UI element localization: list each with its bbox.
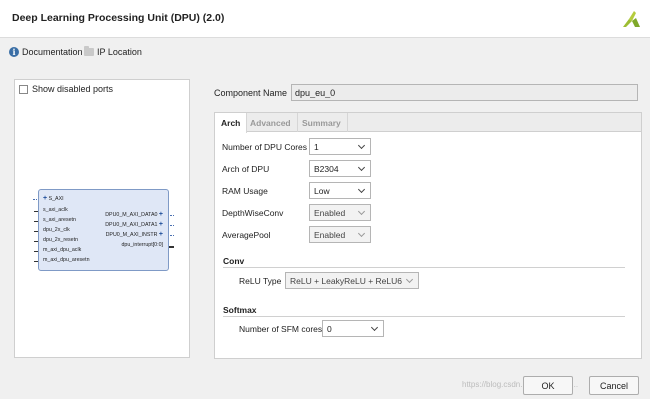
- pin-stub: [34, 251, 38, 252]
- softmax-section-title: Softmax: [223, 305, 257, 315]
- pin-s-axi: + S_AXI: [43, 195, 64, 202]
- expand-icon[interactable]: +: [159, 211, 163, 218]
- pin-stub: [34, 221, 38, 222]
- pin-dpu0-m-axi-instr: DPU0_M_AXI_INSTR +: [106, 231, 163, 238]
- tab-arch[interactable]: Arch: [215, 113, 248, 133]
- pin-label: DPU0_M_AXI_DATA0: [105, 212, 158, 218]
- documentation-link[interactable]: i Documentation: [9, 47, 83, 57]
- ip-location-label: IP Location: [97, 47, 142, 57]
- component-name-label: Component Name: [214, 87, 288, 98]
- pin-label: dpu_interrupt[0:0]: [121, 242, 163, 248]
- interrupt-connector: [169, 246, 174, 248]
- pin-m-axi-dpu-aresetn: m_axi_dpu_aresetn: [43, 257, 90, 263]
- pin-label: dpu_2x_resetn: [43, 237, 79, 243]
- ok-button[interactable]: OK: [523, 376, 573, 395]
- tab-strip: Arch Advanced Summary: [215, 113, 641, 133]
- section-divider: [223, 316, 625, 317]
- chevron-down-icon: [357, 163, 366, 171]
- chevron-down-icon: [405, 275, 414, 283]
- component-name-input[interactable]: [291, 84, 639, 101]
- folder-icon: [84, 46, 94, 56]
- chevron-down-icon: [357, 141, 366, 149]
- expand-icon[interactable]: +: [43, 195, 47, 202]
- arch-of-dpu-select[interactable]: B2304: [309, 160, 371, 177]
- tabs-area: Arch Advanced Summary Number of DPU Core…: [214, 112, 642, 359]
- dpu-ip-block: + S_AXI s_axi_aclk s_axi_aresetn dpu_2x_…: [33, 189, 174, 271]
- link-bar: i Documentation IP Location: [0, 38, 650, 68]
- sfm-cores-select[interactable]: 0: [322, 320, 384, 337]
- depthwise-label: DepthWiseConv: [222, 208, 284, 218]
- data1-connector: [170, 225, 174, 226]
- pin-label: s_axi_aclk: [43, 207, 68, 213]
- title-bar: Deep Learning Processing Unit (DPU) (2.0…: [0, 0, 650, 38]
- chevron-down-icon: [370, 323, 379, 331]
- pin-stub: [34, 231, 38, 232]
- expand-icon[interactable]: +: [159, 221, 163, 228]
- pin-label: m_axi_dpu_aresetn: [43, 257, 90, 263]
- relu-type-label: ReLU Type: [239, 276, 282, 286]
- data0-connector: [170, 215, 174, 216]
- pin-dpu0-m-axi-data1: DPU0_M_AXI_DATA1 +: [105, 221, 163, 228]
- ram-usage-label: RAM Usage: [222, 186, 268, 196]
- sfm-cores-value: 0: [327, 323, 332, 334]
- cancel-button[interactable]: Cancel: [589, 376, 639, 395]
- ip-symbol-panel: Show disabled ports + S_AXI s_axi_aclk s…: [14, 79, 190, 358]
- arch-of-dpu-value: B2304: [314, 163, 339, 174]
- section-divider: [223, 267, 625, 268]
- show-disabled-ports-checkbox[interactable]: [19, 84, 28, 94]
- depthwise-value: Enabled: [314, 207, 346, 218]
- expand-icon[interactable]: +: [159, 231, 163, 238]
- relu-type-value: ReLU + LeakyReLU + ReLU6: [290, 275, 402, 286]
- instr-connector: [170, 235, 174, 236]
- xilinx-logo-icon: [623, 11, 640, 27]
- pin-s-axi-aresetn: s_axi_aresetn: [43, 217, 76, 223]
- s-axi-connector: [33, 199, 37, 200]
- arch-of-dpu-label: Arch of DPU: [222, 164, 270, 174]
- show-disabled-ports-row[interactable]: Show disabled ports: [19, 84, 113, 94]
- avgpool-label: AveragePool: [222, 230, 271, 240]
- documentation-label: Documentation: [22, 47, 83, 57]
- num-cores-select[interactable]: 1: [309, 138, 371, 155]
- pin-stub: [34, 241, 38, 242]
- avgpool-value: Enabled: [314, 229, 346, 240]
- window-title: Deep Learning Processing Unit (DPU) (2.0…: [12, 12, 225, 24]
- chevron-down-icon: [357, 229, 366, 237]
- avgpool-select[interactable]: Enabled: [309, 226, 371, 243]
- pin-dpu-2x-clk: dpu_2x_clk: [43, 227, 70, 233]
- pin-label: s_axi_aresetn: [43, 217, 76, 223]
- pin-s-axi-aclk: s_axi_aclk: [43, 207, 68, 213]
- sfm-cores-label: Number of SFM cores: [239, 324, 323, 334]
- pin-stub: [34, 261, 38, 262]
- pin-label: DPU0_M_AXI_DATA1: [105, 222, 158, 228]
- component-name-row: Component Name: [214, 84, 639, 101]
- config-panel: Component Name Arch Advanced Summary Num…: [214, 79, 642, 360]
- ram-usage-value: Low: [314, 185, 330, 196]
- show-disabled-ports-label: Show disabled ports: [32, 84, 114, 94]
- chevron-down-icon: [357, 207, 366, 215]
- pin-label: m_axi_dpu_aclk: [43, 247, 82, 253]
- pin-label: DPU0_M_AXI_INSTR: [105, 232, 158, 238]
- tab-advanced[interactable]: Advanced: [244, 113, 298, 132]
- depthwise-select[interactable]: Enabled: [309, 204, 371, 221]
- pin-dpu-2x-resetn: dpu_2x_resetn: [43, 237, 78, 243]
- pin-stub: [34, 211, 38, 212]
- conv-section-title: Conv: [223, 256, 245, 266]
- num-cores-label: Number of DPU Cores: [222, 142, 308, 152]
- ip-location-link[interactable]: IP Location: [84, 46, 142, 57]
- tab-summary[interactable]: Summary: [296, 113, 348, 132]
- info-icon: i: [9, 47, 19, 57]
- chevron-down-icon: [357, 185, 366, 193]
- relu-type-select[interactable]: ReLU + LeakyReLU + ReLU6: [285, 272, 419, 289]
- num-cores-value: 1: [314, 141, 319, 152]
- pin-label: dpu_2x_clk: [43, 227, 70, 233]
- pin-dpu0-m-axi-data0: DPU0_M_AXI_DATA0 +: [105, 211, 163, 218]
- pin-m-axi-dpu-aclk: m_axi_dpu_aclk: [43, 247, 81, 253]
- ram-usage-select[interactable]: Low: [309, 182, 371, 199]
- pin-label: S_AXI: [48, 196, 64, 202]
- pin-dpu-interrupt: dpu_interrupt[0:0]: [121, 242, 163, 248]
